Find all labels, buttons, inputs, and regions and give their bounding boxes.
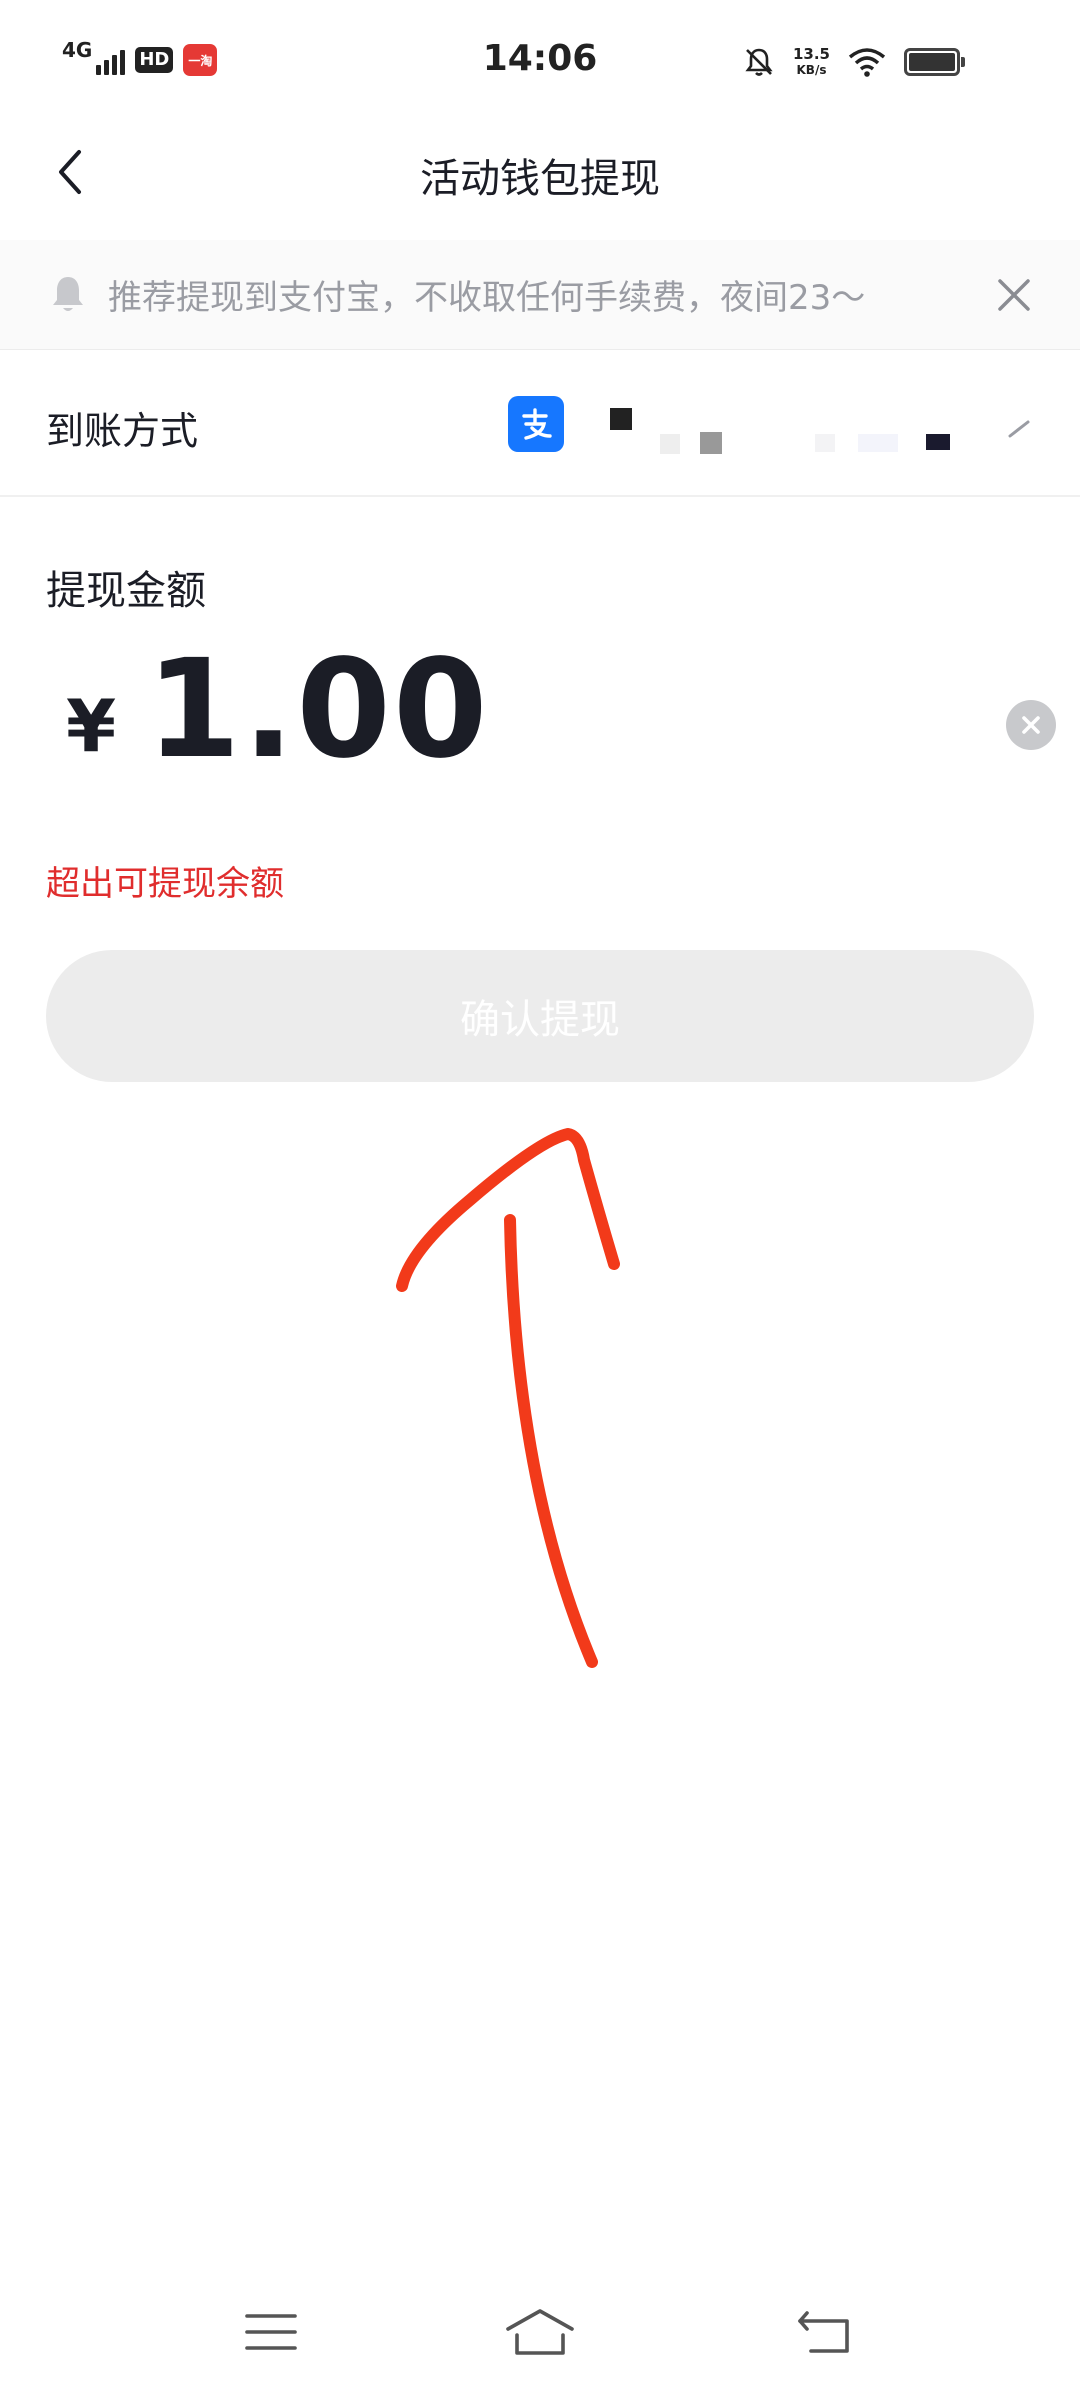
- notice-bar[interactable]: 推荐提现到支付宝，不收取任何手续费，夜间23～: [0, 240, 1080, 350]
- mask-block: [858, 434, 898, 452]
- amount-label: 提现金额: [46, 568, 206, 614]
- bell-icon: [53, 277, 83, 311]
- payout-method-row[interactable]: 到账方式: [0, 352, 1080, 497]
- menu-icon: [245, 2314, 297, 2350]
- page-title: 活动钱包提现: [420, 156, 660, 202]
- amount-input[interactable]: ¥ 1.00: [46, 640, 1056, 780]
- home-icon: [506, 2309, 574, 2355]
- annotation-arrow: [396, 1128, 620, 1668]
- amount-value[interactable]: 1.00: [146, 640, 490, 780]
- notice-text: 推荐提现到支付宝，不收取任何手续费，夜间23～: [108, 278, 866, 318]
- nav-home-button[interactable]: [505, 2302, 575, 2362]
- mask-block: [610, 408, 632, 430]
- clear-icon: [1022, 716, 1040, 734]
- status-bar: 4G HD 一淘 14:06 13.5 KB/s: [0, 0, 1080, 120]
- wifi-icon: [848, 48, 886, 77]
- error-message: 超出可提现余额: [46, 864, 284, 904]
- return-icon: [798, 2311, 849, 2353]
- speed-unit: KB/s: [796, 63, 827, 77]
- clear-amount-button[interactable]: [1006, 700, 1056, 750]
- close-icon[interactable]: [992, 273, 1036, 317]
- mask-block: [926, 434, 950, 450]
- nav-back-button[interactable]: [790, 2302, 860, 2362]
- masked-account: [600, 402, 1020, 454]
- battery-icon: [904, 48, 965, 76]
- mask-block: [700, 432, 722, 454]
- mute-bell-icon: [745, 48, 773, 76]
- edit-icon[interactable]: [1004, 414, 1034, 444]
- mask-block: [815, 434, 835, 452]
- system-nav-bar: [0, 2280, 1080, 2390]
- currency-symbol: ¥: [66, 684, 117, 768]
- battery-level: [909, 53, 955, 71]
- header: 活动钱包提现: [0, 120, 1080, 230]
- confirm-withdraw-button[interactable]: 确认提现: [46, 950, 1034, 1082]
- nav-menu-button[interactable]: [236, 2302, 306, 2362]
- status-right: 13.5 KB/s: [743, 40, 965, 84]
- speed-value: 13.5: [792, 45, 830, 63]
- mask-block: [660, 434, 680, 454]
- alipay-icon: [508, 396, 564, 452]
- payout-method-label: 到账方式: [46, 409, 199, 453]
- network-speed: 13.5 KB/s: [793, 46, 830, 78]
